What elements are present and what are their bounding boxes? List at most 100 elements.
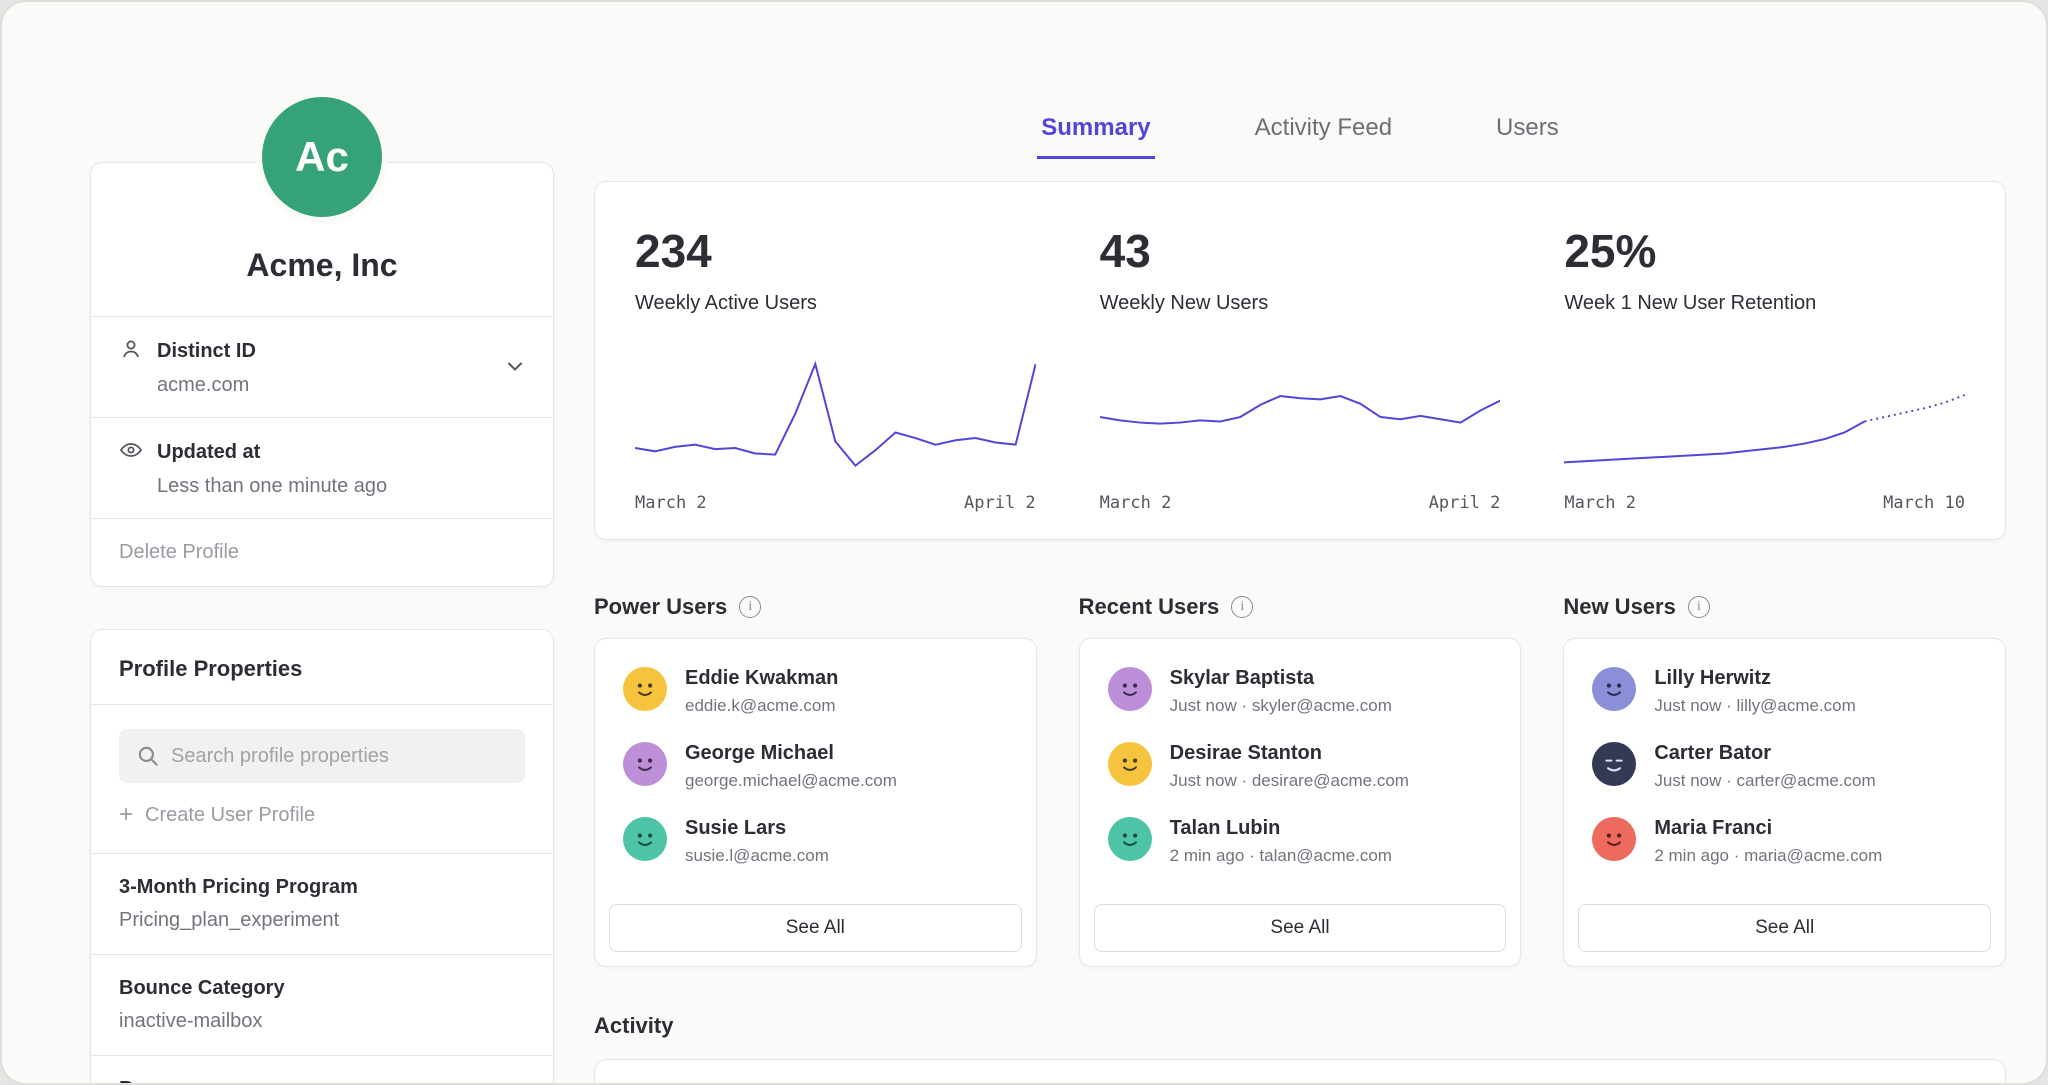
avatar <box>623 667 667 711</box>
property-value: inactive-mailbox <box>119 1010 525 1033</box>
profile-properties-card: Profile Properties Create User Profile 3… <box>90 629 554 1085</box>
weekly-new-users-line-chart <box>1100 351 1501 481</box>
profile-properties-title: Profile Properties <box>91 630 553 705</box>
eye-icon <box>119 438 143 467</box>
stat-value: 43 <box>1100 224 1501 278</box>
section-title: New Users <box>1563 594 1676 620</box>
user-meta: Just now · lilly@acme.com <box>1654 696 1855 716</box>
avatar <box>623 742 667 786</box>
info-icon[interactable] <box>1688 596 1710 618</box>
user-name: Skylar Baptista <box>1170 667 1392 690</box>
updated-at-row: Updated at Less than one minute ago <box>91 417 553 518</box>
profile-page: Ac Acme, Inc Distinct ID acme.com <box>0 0 2048 1085</box>
stat-value: 25% <box>1564 224 1965 278</box>
search-icon <box>135 743 161 774</box>
stat-weekly-new-users: 43 Weekly New Users March 2 April 2 <box>1100 224 1501 513</box>
retention-line-chart <box>1564 351 1965 481</box>
axis-label-start: March 2 <box>1100 493 1172 513</box>
search-profile-properties-input[interactable] <box>119 729 525 783</box>
user-name: Carter Bator <box>1654 742 1875 765</box>
user-card: Skylar Baptista Just now · skyler@acme.c… <box>1079 638 1522 967</box>
avatar <box>623 817 667 861</box>
activity-title: Activity <box>594 1013 2006 1039</box>
stat-weekly-active-users: 234 Weekly Active Users March 2 April 2 <box>635 224 1036 513</box>
user-meta: 2 min ago · talan@acme.com <box>1170 846 1392 866</box>
avatar <box>1108 667 1152 711</box>
field-value: Less than one minute ago <box>157 475 525 498</box>
user-row[interactable]: George Michael george.michael@acme.com <box>623 742 1008 791</box>
tab-users[interactable]: Users <box>1492 114 1563 159</box>
user-meta: 2 min ago · maria@acme.com <box>1654 846 1882 866</box>
stat-label: Weekly Active Users <box>635 292 1036 315</box>
axis-label-start: March 2 <box>635 493 707 513</box>
avatar <box>1592 667 1636 711</box>
company-avatar: Ac <box>256 91 388 223</box>
chevron-down-icon[interactable] <box>503 354 527 381</box>
user-meta: george.michael@acme.com <box>685 771 897 791</box>
recent-users-section: Recent Users Skylar Baptista Just now · … <box>1079 594 1522 967</box>
user-lists: Power Users Eddie Kwakman eddie.k@acme.c… <box>594 594 2006 967</box>
axis-label-end: March 10 <box>1883 493 1965 513</box>
see-all-button[interactable]: See All <box>609 904 1022 952</box>
section-title: Power Users <box>594 594 727 620</box>
user-row[interactable]: Skylar Baptista Just now · skyler@acme.c… <box>1108 667 1493 716</box>
company-profile-card: Ac Acme, Inc Distinct ID acme.com <box>90 162 554 587</box>
distinct-id-row[interactable]: Distinct ID acme.com <box>91 316 553 417</box>
property-item[interactable]: 3-Month Pricing Program Pricing_plan_exp… <box>91 853 553 954</box>
user-row[interactable]: Desirae Stanton Just now · desirare@acme… <box>1108 742 1493 791</box>
smiley-face-icon <box>1113 747 1147 781</box>
smiley-face-icon <box>628 747 662 781</box>
smiley-face-icon <box>628 822 662 856</box>
user-name: Eddie Kwakman <box>685 667 838 690</box>
summary-stats-card: 234 Weekly Active Users March 2 April 2 … <box>594 181 2006 540</box>
info-icon[interactable] <box>739 596 761 618</box>
axis-label-start: March 2 <box>1564 493 1636 513</box>
smiley-face-icon <box>1113 822 1147 856</box>
power-users-section: Power Users Eddie Kwakman eddie.k@acme.c… <box>594 594 1037 967</box>
field-label: Distinct ID <box>157 340 256 363</box>
new-users-section: New Users Lilly Herwitz Just now · lilly… <box>1563 594 2006 967</box>
delete-profile-button[interactable]: Delete Profile <box>91 518 553 586</box>
tab-activity-feed[interactable]: Activity Feed <box>1251 114 1396 159</box>
user-name: Susie Lars <box>685 817 829 840</box>
activity-section: Activity 234 940 3.4k <box>594 1013 2006 1085</box>
user-name: Lilly Herwitz <box>1654 667 1855 690</box>
tab-summary[interactable]: Summary <box>1037 114 1154 159</box>
stat-week1-retention: 25% Week 1 New User Retention March 2 Ma… <box>1564 224 1965 513</box>
field-value: acme.com <box>157 374 525 397</box>
plus-icon <box>119 803 133 827</box>
user-name: Desirae Stanton <box>1170 742 1409 765</box>
tab-bar: Summary Activity Feed Users <box>594 114 2006 159</box>
smiley-face-icon <box>1597 672 1631 706</box>
see-all-button[interactable]: See All <box>1578 904 1991 952</box>
activity-card: 234 940 3.4k <box>594 1059 2006 1085</box>
smiley-face-icon <box>1113 672 1147 706</box>
see-all-button[interactable]: See All <box>1094 904 1507 952</box>
avatar <box>1592 742 1636 786</box>
property-value: Pricing_plan_experiment <box>119 909 525 932</box>
user-row[interactable]: Carter Bator Just now · carter@acme.com <box>1592 742 1977 791</box>
user-meta: susie.l@acme.com <box>685 846 829 866</box>
sleeping-face-icon <box>1597 747 1631 781</box>
property-item[interactable]: Bounce Category inactive-mailbox <box>91 954 553 1055</box>
stat-label: Week 1 New User Retention <box>1564 292 1965 315</box>
property-item[interactable]: Browser Chrome <box>91 1055 553 1085</box>
smiley-face-icon <box>1597 822 1631 856</box>
user-row[interactable]: Lilly Herwitz Just now · lilly@acme.com <box>1592 667 1977 716</box>
avatar <box>1108 817 1152 861</box>
user-name: Maria Franci <box>1654 817 1882 840</box>
user-row[interactable]: Susie Lars susie.l@acme.com <box>623 817 1008 866</box>
property-name: Browser <box>119 1078 525 1085</box>
avatar <box>1592 817 1636 861</box>
main-content: Summary Activity Feed Users 234 Weekly A… <box>594 2 2006 1083</box>
create-user-profile-button[interactable]: Create User Profile <box>119 803 315 827</box>
user-row[interactable]: Eddie Kwakman eddie.k@acme.com <box>623 667 1008 716</box>
user-meta: Just now · carter@acme.com <box>1654 771 1875 791</box>
property-name: Bounce Category <box>119 977 525 1000</box>
weekly-active-users-line-chart <box>635 351 1036 481</box>
info-icon[interactable] <box>1231 596 1253 618</box>
user-row[interactable]: Maria Franci 2 min ago · maria@acme.com <box>1592 817 1977 866</box>
stat-value: 234 <box>635 224 1036 278</box>
user-meta: eddie.k@acme.com <box>685 696 838 716</box>
user-row[interactable]: Talan Lubin 2 min ago · talan@acme.com <box>1108 817 1493 866</box>
